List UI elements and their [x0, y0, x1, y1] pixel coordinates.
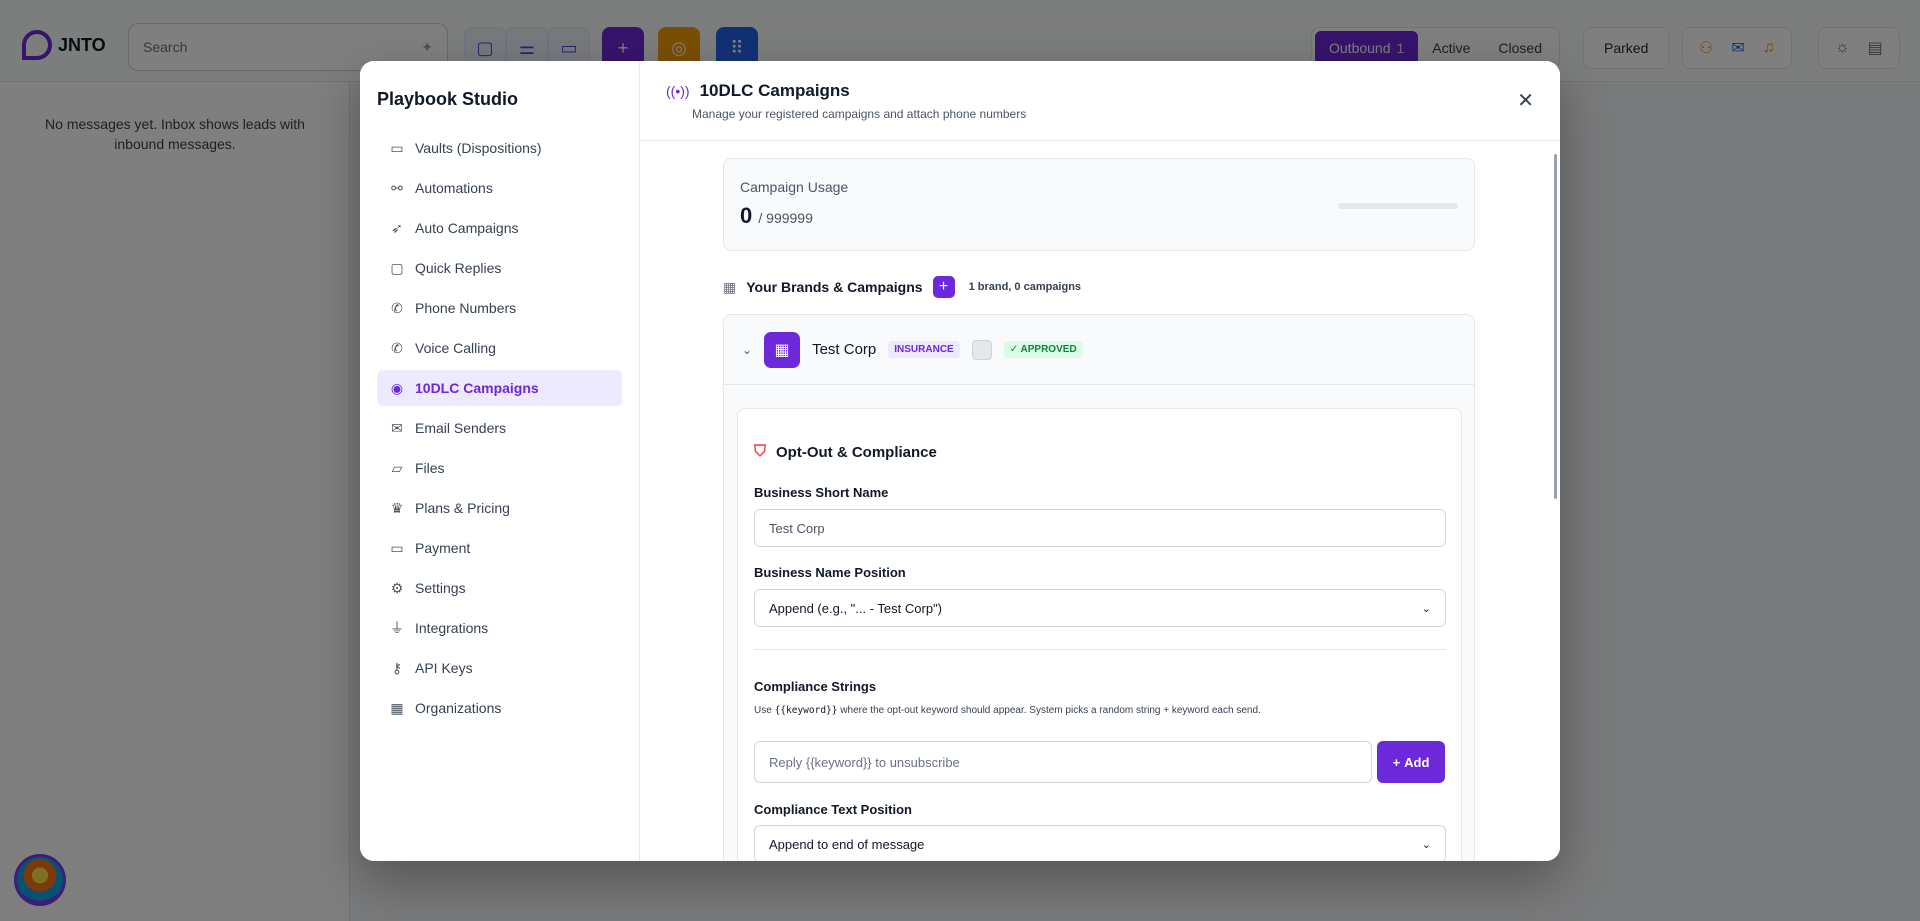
brand-extra-badge	[971, 339, 992, 360]
mail-icon: ✉	[391, 419, 403, 436]
sidebar-item-settings[interactable]: ⚙ Settings	[377, 570, 622, 606]
chevron-down-icon: ⌄	[1421, 602, 1431, 615]
name-position-label: Business Name Position	[754, 565, 906, 580]
building-icon: ▦	[390, 699, 404, 716]
text-position-label: Compliance Text Position	[754, 802, 912, 817]
sidebar-item-organizations[interactable]: ▦ Organizations	[377, 690, 622, 726]
sidebar-item-label: API Keys	[415, 660, 473, 676]
sidebar-item-phone-numbers[interactable]: ✆ Phone Numbers	[377, 290, 622, 326]
credit-card-icon: ▭	[390, 539, 404, 556]
short-name-label: Business Short Name	[754, 485, 889, 500]
sidebar-item-label: Organizations	[415, 700, 502, 716]
modal-header: ((•)) 10DLC Campaigns Manage your regist…	[640, 61, 1560, 141]
sidebar-item-quick-replies[interactable]: ▢ Quick Replies	[377, 250, 622, 286]
compliance-panel: ⛉ Opt-Out & Compliance Business Short Na…	[737, 408, 1462, 861]
brand-building-icon: ▦	[764, 331, 801, 368]
sidebar-item-vaults-dispositions[interactable]: ▭ Vaults (Dispositions)	[377, 130, 622, 166]
brands-summary: 1 brand, 0 campaigns	[968, 281, 1082, 293]
status-badge: ✓ APPROVED	[1003, 341, 1083, 358]
sidebar-item-plans-pricing[interactable]: ♛ Plans & Pricing	[377, 490, 622, 526]
folder-icon: ▱	[391, 459, 403, 476]
text-position-select[interactable]: Append to end of message ⌄	[754, 825, 1446, 861]
chevron-down-icon[interactable]: ⌄	[742, 343, 752, 357]
brands-header: ▦ Your Brands & Campaigns + 1 brand, 0 c…	[723, 276, 1081, 298]
keyword-code: {{keyword}}	[774, 705, 838, 716]
phone-call-icon: ✆	[391, 339, 403, 356]
sidebar-nav: ▭ Vaults (Dispositions) ⚯ Automations ➶ Auto …	[377, 130, 622, 726]
sidebar-item-files[interactable]: ▱ Files	[377, 450, 622, 486]
gear-icon: ⚙	[390, 579, 404, 596]
usage-progress-bar	[1338, 203, 1458, 209]
sidebar-item-label: Settings	[415, 580, 466, 596]
compliance-title: ⛉ Opt-Out & Compliance	[754, 443, 937, 461]
sidebar-item-label: 10DLC Campaigns	[415, 380, 539, 396]
short-name-input[interactable]: Test Corp	[754, 509, 1446, 547]
sidebar-item-label: Voice Calling	[415, 340, 496, 356]
sidebar-item-label: Integrations	[415, 620, 489, 636]
divider	[754, 649, 1446, 650]
brands-heading: Your Brands & Campaigns	[746, 279, 923, 295]
phone-icon: ✆	[391, 299, 403, 316]
compliance-string-input[interactable]: Reply {{keyword}} to unsubscribe	[754, 741, 1372, 783]
sidebar-item-label: Quick Replies	[415, 260, 502, 276]
modal-sidebar: Playbook Studio ▭ Vaults (Dispositions) ⚯ A…	[360, 61, 640, 861]
sidebar-item-payment[interactable]: ▭ Payment	[377, 530, 622, 566]
key-icon: ⚷	[391, 659, 403, 676]
sidebar-item-email-senders[interactable]: ✉ Email Senders	[377, 410, 622, 446]
sidebar-item-label: Vaults (Dispositions)	[415, 140, 542, 156]
brand-header[interactable]: ⌄ ▦ Test Corp INSURANCE ✓ APPROVED	[724, 315, 1474, 385]
campaign-usage-card: Campaign Usage 0 / 999999	[723, 158, 1475, 251]
sidebar-item-voice-calling[interactable]: ✆ Voice Calling	[377, 330, 622, 366]
usage-label: Campaign Usage	[740, 179, 849, 195]
plug-icon: ⏚	[390, 620, 404, 636]
page-subtitle: Manage your registered campaigns and att…	[692, 107, 1027, 121]
building-icon: ▦	[723, 278, 737, 295]
brand-card: ⌄ ▦ Test Corp INSURANCE ✓ APPROVED ⛉ Opt…	[723, 314, 1475, 861]
add-string-button[interactable]: + Add	[1377, 741, 1445, 783]
sidebar-title: Playbook Studio	[377, 89, 519, 109]
sidebar-item-automations[interactable]: ⚯ Automations	[377, 170, 622, 206]
plus-icon: +	[1392, 754, 1401, 770]
compliance-strings-label: Compliance Strings	[754, 679, 877, 694]
brand-name: Test Corp	[812, 341, 877, 358]
shield-icon: ⛉	[754, 443, 767, 460]
name-position-select[interactable]: Append (e.g., "... - Test Corp") ⌄	[754, 589, 1446, 627]
sidebar-item-api-keys[interactable]: ⚷ API Keys	[377, 650, 622, 686]
plus-icon: +	[938, 278, 949, 295]
archive-icon: ▭	[390, 139, 404, 156]
scrollbar[interactable]	[1554, 154, 1557, 499]
modal-content: ((•)) 10DLC Campaigns Manage your regist…	[640, 61, 1560, 861]
add-brand-button[interactable]: +	[932, 276, 955, 298]
close-icon[interactable]: ✕	[1517, 91, 1534, 111]
industry-badge: INSURANCE	[888, 341, 960, 358]
chevron-down-icon: ⌄	[1421, 838, 1431, 851]
sidebar-item-label: Email Senders	[415, 420, 507, 436]
sidebar-item-10dlc-campaigns[interactable]: ◉ 10DLC Campaigns	[377, 370, 622, 406]
page-title: 10DLC Campaigns	[699, 81, 850, 100]
sidebar-item-label: Phone Numbers	[415, 300, 517, 316]
sidebar-item-integrations[interactable]: ⏚ Integrations	[377, 610, 622, 646]
playbook-studio-modal: Playbook Studio ▭ Vaults (Dispositions) ⚯ A…	[360, 61, 1560, 861]
usage-limit: / 999999	[758, 210, 813, 226]
sidebar-item-label: Plans & Pricing	[415, 500, 510, 516]
message-square-icon: ▢	[390, 259, 404, 276]
sidebar-item-auto-campaigns[interactable]: ➶ Auto Campaigns	[377, 210, 622, 246]
radio-icon: ◉	[390, 379, 404, 396]
workflow-icon: ⚯	[391, 179, 403, 196]
sidebar-item-label: Files	[415, 460, 445, 476]
compliance-hint: Use {{keyword}} where the opt-out keywor…	[754, 705, 1261, 716]
modal-scroll-area[interactable]: Campaign Usage 0 / 999999 ▦ Your Brands …	[640, 142, 1560, 861]
sidebar-item-label: Automations	[415, 180, 493, 196]
radio-icon: ((•))	[666, 83, 690, 99]
sidebar-item-label: Auto Campaigns	[415, 220, 519, 236]
crown-icon: ♛	[390, 499, 404, 516]
sidebar-item-label: Payment	[415, 540, 471, 556]
rocket-icon: ➶	[391, 219, 403, 236]
